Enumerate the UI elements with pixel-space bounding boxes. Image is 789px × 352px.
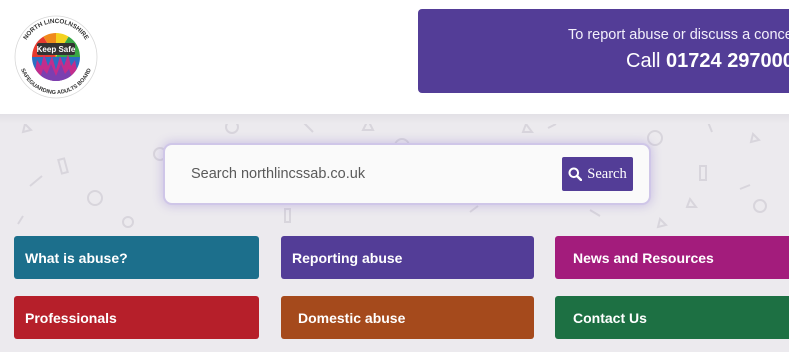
keep-safe-logo[interactable]: NORTH LINCOLNSHIRE SAFEGUARDING ADULTS B…	[13, 14, 99, 100]
tile-domestic-abuse[interactable]: Domestic abuse	[281, 296, 534, 339]
banner-call-line: Call 01724 297000	[626, 50, 789, 73]
tile-label: What is abuse?	[25, 249, 128, 266]
search-input[interactable]	[181, 157, 561, 191]
tile-news-and-resources[interactable]: News and Resources	[555, 236, 789, 279]
tile-label: Domestic abuse	[298, 309, 406, 326]
tile-label: News and Resources	[573, 249, 714, 266]
search-button-label: Search	[587, 165, 627, 182]
search-panel: Search	[165, 145, 649, 203]
tile-what-is-abuse[interactable]: What is abuse?	[14, 236, 259, 279]
report-abuse-banner: To report abuse or discuss a concern Cal…	[418, 9, 789, 93]
search-button[interactable]: Search	[562, 157, 633, 191]
logo-badge-text: Keep Safe	[37, 45, 76, 54]
tile-label: Reporting abuse	[292, 249, 403, 266]
rainbow-hands-icon	[32, 33, 80, 81]
tile-contact-us[interactable]: Contact Us	[555, 296, 789, 339]
tile-reporting-abuse[interactable]: Reporting abuse	[281, 236, 534, 279]
tile-label: Contact Us	[573, 309, 647, 326]
banner-phone-number[interactable]: 01724 297000	[666, 50, 789, 72]
search-icon	[568, 167, 583, 181]
tile-label: Professionals	[25, 309, 117, 326]
site-header: NORTH LINCOLNSHIRE SAFEGUARDING ADULTS B…	[0, 0, 789, 114]
banner-report-text: To report abuse or discuss a concern	[568, 27, 789, 43]
hero-band-shadow	[0, 114, 789, 124]
tile-professionals[interactable]: Professionals	[14, 296, 259, 339]
banner-call-label: Call	[626, 50, 661, 72]
